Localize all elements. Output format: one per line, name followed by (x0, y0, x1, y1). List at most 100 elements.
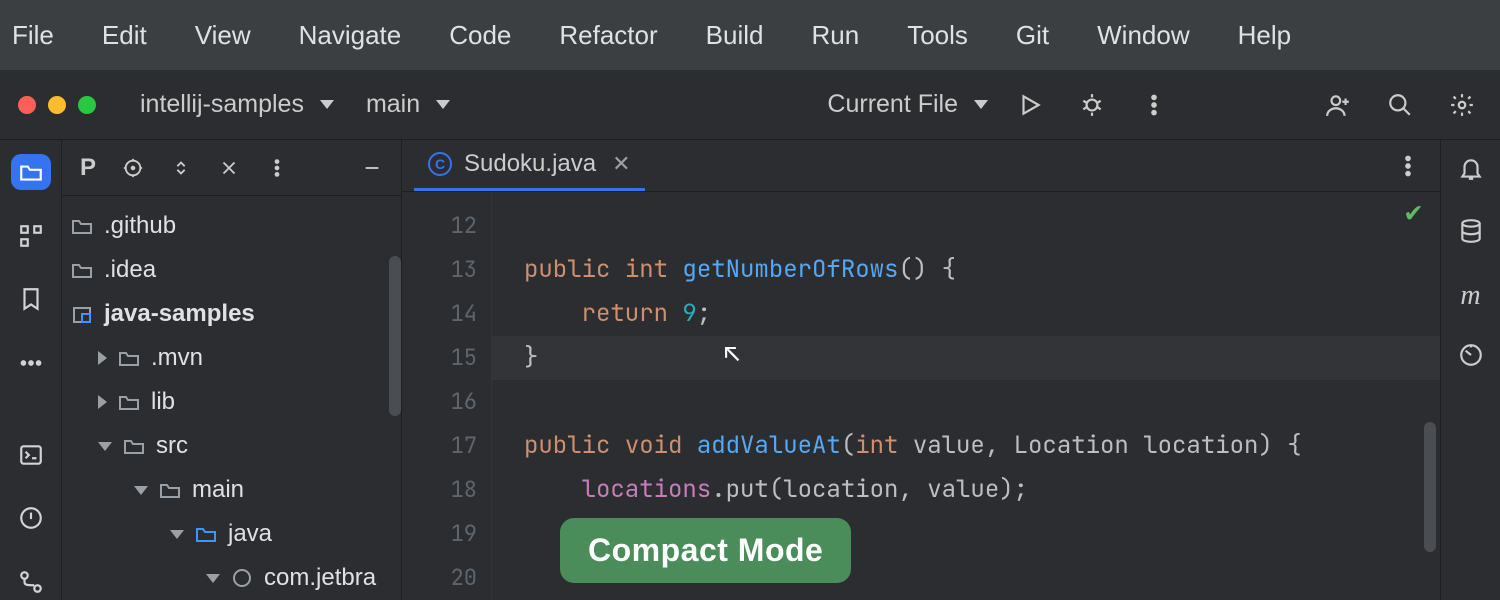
maven-tool-button[interactable]: m (1460, 280, 1480, 312)
chevron-down-icon (436, 100, 450, 109)
menu-window[interactable]: Window (1097, 20, 1189, 51)
run-button[interactable] (1010, 85, 1050, 125)
code-with-me-button[interactable] (1318, 85, 1358, 125)
run-config-chooser[interactable]: Current File (827, 90, 988, 119)
project-panel-button[interactable]: P (80, 154, 96, 182)
right-toolstrip: m (1440, 140, 1500, 600)
close-icon[interactable] (218, 157, 240, 179)
debug-button[interactable] (1072, 85, 1112, 125)
minimize-icon[interactable] (361, 157, 383, 179)
tree-item-idea[interactable]: .idea (62, 248, 401, 292)
tree-label: .mvn (151, 336, 203, 380)
menu-code[interactable]: Code (449, 20, 511, 51)
bookmark-icon (18, 286, 44, 312)
menu-tools[interactable]: Tools (907, 20, 968, 51)
database-tool-button[interactable] (1458, 218, 1484, 250)
tree-item-java[interactable]: java (62, 512, 401, 556)
tree-label: java (228, 512, 272, 556)
expand-collapse-icon[interactable] (170, 157, 192, 179)
project-tree[interactable]: .github .idea java-samples .mvn lib src … (62, 196, 401, 600)
folder-icon (18, 159, 44, 185)
terminal-icon (18, 442, 44, 468)
close-window-button[interactable] (18, 96, 36, 114)
window-controls (18, 96, 96, 114)
chevron-down-icon (134, 486, 148, 495)
minimize-window-button[interactable] (48, 96, 66, 114)
structure-tool-button[interactable] (11, 218, 51, 254)
target-icon[interactable] (122, 157, 144, 179)
ellipsis-icon (18, 350, 44, 376)
bookmarks-tool-button[interactable] (11, 281, 51, 317)
more-tool-button[interactable] (11, 345, 51, 381)
chevron-down-icon (974, 100, 988, 109)
inspection-ok-icon[interactable]: ✔ (1405, 190, 1422, 234)
settings-button[interactable] (1442, 85, 1482, 125)
branch-name: main (366, 90, 420, 119)
problems-tool-button[interactable] (11, 501, 51, 537)
chevron-right-icon (98, 351, 107, 365)
tree-label: java-samples (104, 292, 255, 336)
project-tool-button[interactable] (11, 154, 51, 190)
tree-item-mvn[interactable]: .mvn (62, 336, 401, 380)
tree-label: main (192, 468, 244, 512)
run-config-name: Current File (827, 90, 958, 119)
tree-item-lib[interactable]: lib (62, 380, 401, 424)
menu-help[interactable]: Help (1238, 20, 1291, 51)
package-icon (230, 566, 254, 590)
tree-item-src[interactable]: src (62, 424, 401, 468)
scrollbar[interactable] (389, 256, 401, 416)
chevron-right-icon (98, 395, 107, 409)
folder-icon (70, 214, 94, 238)
folder-icon (158, 478, 182, 502)
maximize-window-button[interactable] (78, 96, 96, 114)
menu-view[interactable]: View (195, 20, 251, 51)
structure-icon (18, 223, 44, 249)
menu-run[interactable]: Run (811, 20, 859, 51)
kebab-icon (1141, 92, 1167, 118)
project-chooser[interactable]: intellij-samples (140, 90, 334, 119)
menu-file[interactable]: File (12, 20, 54, 51)
kebab-icon (1395, 153, 1421, 179)
menu-edit[interactable]: Edit (102, 20, 147, 51)
project-panel: P .github .idea java-samples .mvn lib sr… (62, 140, 402, 600)
chevron-down-icon (320, 100, 334, 109)
chevron-down-icon (206, 574, 220, 583)
menu-build[interactable]: Build (706, 20, 764, 51)
line-gutter[interactable]: 121314151617181920 (402, 192, 492, 600)
notifications-tool-button[interactable] (1458, 156, 1484, 188)
chevron-down-icon (170, 530, 184, 539)
editor-scrollbar[interactable] (1424, 422, 1436, 552)
close-tab-button[interactable]: ✕ (612, 151, 630, 177)
editor-area: C Sudoku.java ✕ 121314151617181920 ✔ pub… (402, 140, 1440, 600)
menu-refactor[interactable]: Refactor (559, 20, 657, 51)
class-icon: C (428, 152, 452, 176)
play-icon (1017, 92, 1043, 118)
tree-label: com.jetbra (264, 556, 376, 600)
menu-navigate[interactable]: Navigate (299, 20, 402, 51)
menu-git[interactable]: Git (1016, 20, 1049, 51)
folder-icon (117, 346, 141, 370)
tree-label: src (156, 424, 188, 468)
chevron-down-icon (98, 442, 112, 451)
user-plus-icon (1325, 92, 1351, 118)
tree-item-main[interactable]: main (62, 468, 401, 512)
kebab-icon[interactable] (266, 157, 288, 179)
profiler-tool-button[interactable] (1458, 342, 1484, 374)
tree-item-package[interactable]: com.jetbra (62, 556, 401, 600)
editor-tab-sudoku[interactable]: C Sudoku.java ✕ (414, 140, 645, 191)
terminal-tool-button[interactable] (11, 437, 51, 473)
tree-item-root[interactable]: java-samples (62, 292, 401, 336)
git-tool-button[interactable] (11, 564, 51, 600)
tree-item-github[interactable]: .github (62, 204, 401, 248)
branch-chooser[interactable]: main (356, 90, 450, 119)
os-menubar: File Edit View Navigate Code Refactor Bu… (0, 0, 1500, 70)
source-folder-icon (194, 522, 218, 546)
search-icon (1387, 92, 1413, 118)
tab-more-button[interactable] (1388, 146, 1428, 186)
alert-icon (18, 505, 44, 531)
tab-filename: Sudoku.java (464, 150, 596, 178)
more-actions-button[interactable] (1134, 85, 1174, 125)
folder-icon (122, 434, 146, 458)
left-toolstrip (0, 140, 62, 600)
search-everywhere-button[interactable] (1380, 85, 1420, 125)
